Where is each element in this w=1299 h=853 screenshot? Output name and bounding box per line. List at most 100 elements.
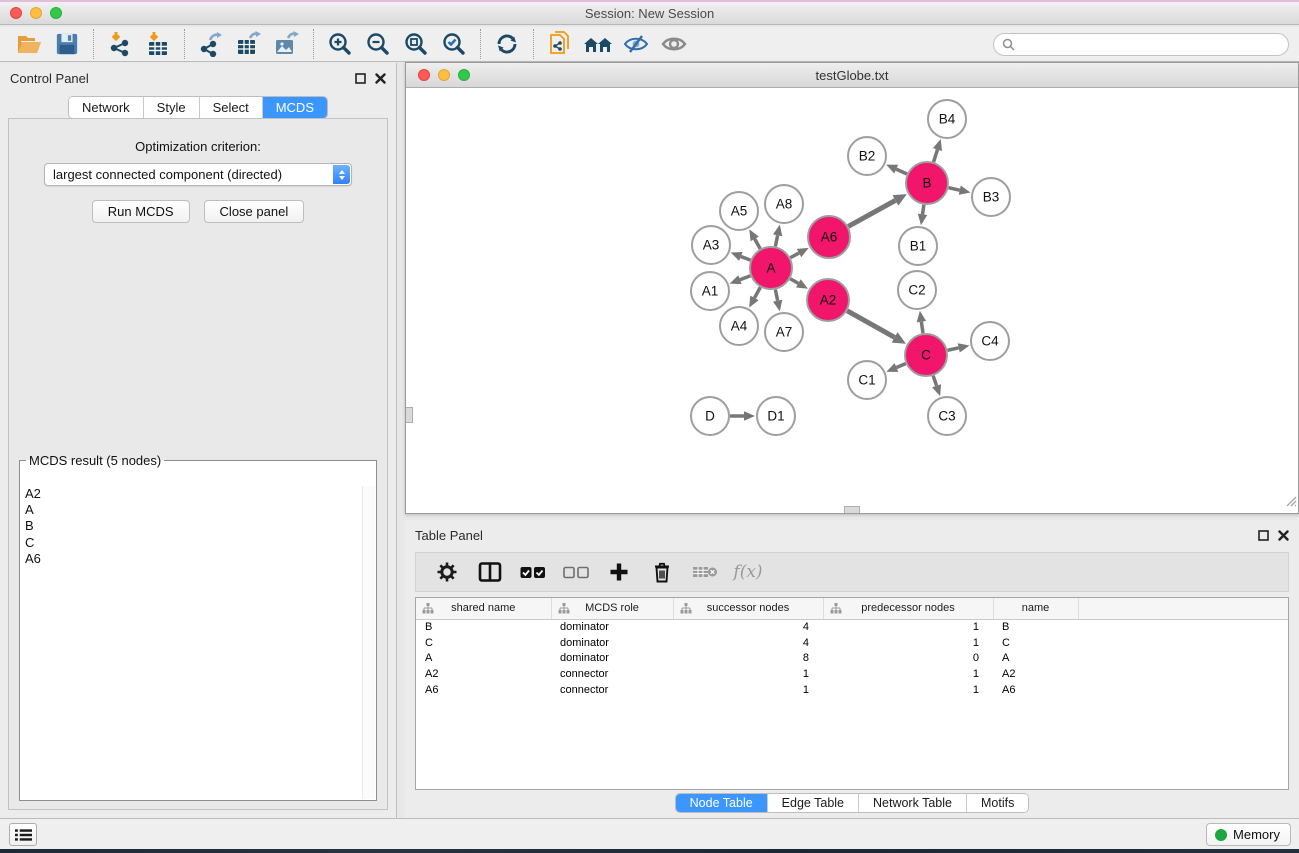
graph-edge-C-C3[interactable] — [933, 376, 936, 386]
save-session-button[interactable] — [48, 29, 86, 59]
table-cell-successor-nodes[interactable]: 1 — [673, 666, 823, 682]
table-cell-successor-nodes[interactable]: 8 — [673, 650, 823, 666]
tab-network[interactable]: Network — [69, 97, 143, 118]
result-item[interactable]: A6 — [21, 551, 361, 567]
table-cell-name[interactable]: A2 — [993, 666, 1078, 682]
export-image-button[interactable] — [268, 29, 306, 59]
search-input[interactable] — [1020, 37, 1280, 52]
run-mcds-button[interactable]: Run MCDS — [92, 200, 190, 223]
table-cell-shared-name[interactable]: A6 — [416, 682, 551, 698]
graph-edge-A-A7[interactable] — [775, 290, 777, 301]
table-cell-name[interactable]: A — [993, 650, 1078, 666]
float-table-panel-icon[interactable] — [1258, 530, 1269, 541]
tab-select[interactable]: Select — [199, 97, 262, 118]
column-header-successor-nodes[interactable]: successor nodes — [673, 598, 823, 619]
show-all-button[interactable] — [655, 29, 693, 59]
window-resize-grip[interactable] — [1283, 493, 1297, 512]
result-item[interactable]: A — [21, 502, 361, 518]
import-table-button[interactable] — [139, 29, 177, 59]
table-row[interactable]: A2connector11A2 — [416, 666, 1288, 682]
graph-edge-A-A1[interactable] — [740, 276, 750, 280]
close-panel-icon[interactable] — [375, 73, 386, 84]
column-header-predecessor-nodes[interactable]: predecessor nodes — [823, 598, 993, 619]
graph-edge-A-A4[interactable] — [754, 287, 760, 298]
table-row[interactable]: A6connector11A6 — [416, 682, 1288, 698]
table-cell-mcds-role[interactable]: dominator — [551, 635, 673, 651]
graph-edge-A-A2[interactable] — [790, 279, 798, 284]
table-cell-mcds-role[interactable]: connector — [551, 682, 673, 698]
graph-edge-C-C1[interactable] — [896, 364, 905, 368]
tab-style[interactable]: Style — [143, 97, 199, 118]
result-item[interactable]: A2 — [21, 486, 361, 502]
graph-edge-C-C2[interactable] — [921, 322, 923, 334]
table-cell-shared-name[interactable]: C — [416, 635, 551, 651]
table-cell-successor-nodes[interactable]: 1 — [673, 682, 823, 698]
float-panel-icon[interactable] — [355, 73, 366, 84]
close-table-panel-icon[interactable] — [1278, 530, 1289, 541]
graph-edge-B-B4[interactable] — [934, 150, 938, 162]
panel-collapse-handle-bottom[interactable] — [844, 506, 860, 513]
column-header-name[interactable]: name — [993, 598, 1078, 619]
graph-edge-A2-C[interactable] — [847, 311, 894, 338]
graph-edge-A-A5[interactable] — [755, 239, 761, 249]
table-row[interactable]: Adominator80A — [416, 650, 1288, 666]
table-cell-name[interactable]: B — [993, 619, 1078, 635]
table-row[interactable]: Cdominator41C — [416, 635, 1288, 651]
panel-collapse-handle-left[interactable] — [406, 407, 413, 423]
network-close-button[interactable] — [418, 69, 430, 81]
delete-table-button[interactable] — [688, 557, 722, 587]
graph-edge-C-C4[interactable] — [947, 348, 958, 350]
table-cell-successor-nodes[interactable]: 4 — [673, 635, 823, 651]
home-view-button[interactable] — [579, 29, 617, 59]
function-builder-button[interactable]: f(x) — [731, 557, 765, 587]
network-zoom-button[interactable] — [458, 69, 470, 81]
zoom-fit-button[interactable] — [397, 29, 435, 59]
export-network-button[interactable] — [192, 29, 230, 59]
graph-edge-A-A8[interactable] — [775, 235, 777, 246]
minimize-window-button[interactable] — [30, 7, 42, 19]
add-column-button[interactable] — [602, 557, 636, 587]
table-cell-predecessor-nodes[interactable]: 0 — [823, 650, 993, 666]
table-cell-successor-nodes[interactable]: 4 — [673, 619, 823, 635]
zoom-out-button[interactable] — [359, 29, 397, 59]
tab-node-table[interactable]: Node Table — [676, 794, 767, 812]
network-canvas[interactable]: AA1A2A3A4A5A6A7A8BB1B2B3B4CC1C2C3C4DD1 — [406, 88, 1298, 513]
select-all-button[interactable] — [516, 557, 550, 587]
table-cell-predecessor-nodes[interactable]: 1 — [823, 619, 993, 635]
tab-edge-table[interactable]: Edge Table — [767, 794, 858, 812]
table-cell-name[interactable]: C — [993, 635, 1078, 651]
clone-network-button[interactable] — [541, 29, 579, 59]
optimization-criterion-dropdown[interactable]: largest connected component (directed) — [44, 163, 352, 186]
result-item[interactable]: C — [21, 535, 361, 551]
deselect-all-button[interactable] — [559, 557, 593, 587]
zoom-in-button[interactable] — [321, 29, 359, 59]
close-window-button[interactable] — [10, 7, 22, 19]
result-item[interactable]: B — [21, 518, 361, 534]
zoom-selected-button[interactable] — [435, 29, 473, 59]
task-history-button[interactable] — [9, 823, 37, 846]
table-settings-button[interactable] — [430, 557, 464, 587]
table-cell-mcds-role[interactable]: dominator — [551, 619, 673, 635]
table-cell-mcds-role[interactable]: dominator — [551, 650, 673, 666]
search-field[interactable] — [993, 33, 1289, 56]
delete-column-button[interactable] — [645, 557, 679, 587]
tab-network-table[interactable]: Network Table — [858, 794, 966, 812]
result-scrollbar[interactable] — [362, 486, 375, 799]
table-cell-shared-name[interactable]: B — [416, 619, 551, 635]
tab-motifs[interactable]: Motifs — [966, 794, 1028, 812]
column-header-mcds-role[interactable]: MCDS role — [551, 598, 673, 619]
table-cell-shared-name[interactable]: A — [416, 650, 551, 666]
graph-edge-A6-B[interactable] — [848, 200, 895, 226]
table-cell-shared-name[interactable]: A2 — [416, 666, 551, 682]
table-cell-name[interactable]: A6 — [993, 682, 1078, 698]
table-row[interactable]: Bdominator41B — [416, 619, 1288, 635]
graph-edge-B-B1[interactable] — [923, 205, 924, 215]
tab-mcds[interactable]: MCDS — [262, 97, 327, 118]
table-cell-predecessor-nodes[interactable]: 1 — [823, 635, 993, 651]
close-panel-button[interactable]: Close panel — [204, 200, 305, 223]
table-cell-predecessor-nodes[interactable]: 1 — [823, 666, 993, 682]
graph-edge-A-A6[interactable] — [790, 253, 799, 258]
table-cell-mcds-role[interactable]: connector — [551, 666, 673, 682]
memory-button[interactable]: Memory — [1206, 823, 1291, 846]
zoom-window-button[interactable] — [50, 7, 62, 19]
